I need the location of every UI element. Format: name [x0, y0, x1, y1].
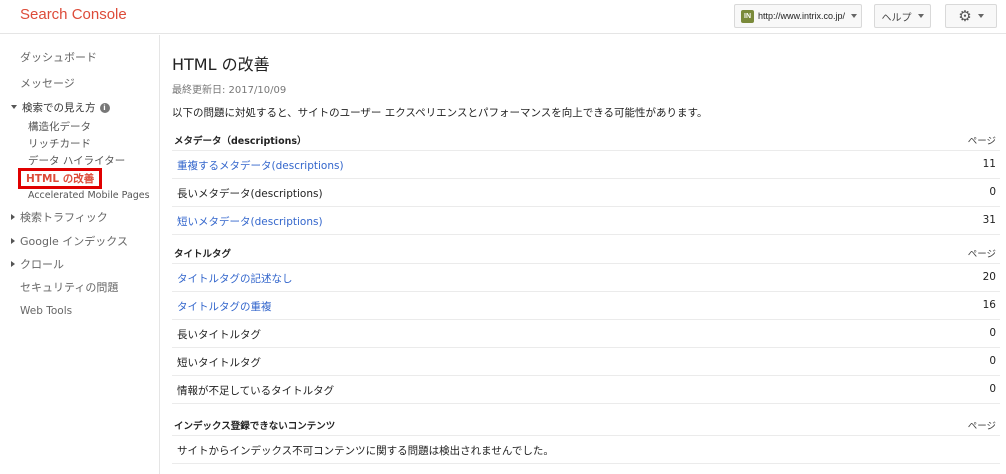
sidebar-item-label: セキュリティの問題 — [20, 281, 119, 294]
sidebar-item-label: 検索での見え方 — [22, 102, 96, 114]
help-label: ヘルプ — [881, 12, 912, 24]
sidebar-item-rich-cards[interactable]: リッチカード — [28, 136, 91, 151]
no-issues-message: サイトからインデックス不可コンテンツに関する問題は検出されませんでした。 — [177, 445, 554, 457]
site-selector[interactable]: IN http://www.intrix.co.jp/ — [734, 4, 862, 28]
section-header-non-indexable: インデックス登録できないコンテンツ ページ — [172, 416, 1000, 436]
sidebar-item-label: メッセージ — [20, 77, 75, 90]
table-row: 長いメタデータ(descriptions) 0 — [172, 179, 1000, 207]
settings-button[interactable]: ⚙ — [945, 4, 997, 28]
intro-text: 以下の問題に対処すると、サイトのユーザー エクスペリエンスとパフォーマンスを向上… — [172, 107, 708, 119]
triangle-right-icon — [11, 238, 15, 244]
issue-label: 短いタイトルタグ — [177, 357, 261, 369]
sidebar-item-label: データ ハイライター — [28, 155, 126, 167]
section-title: メタデータ（descriptions） — [174, 136, 307, 147]
page-count: 0 — [989, 383, 996, 395]
table-row[interactable]: 重複するメタデータ(descriptions) 11 — [172, 151, 1000, 179]
chevron-down-icon — [977, 14, 984, 18]
chevron-down-icon — [851, 14, 858, 18]
column-header-pages: ページ — [967, 136, 996, 147]
sidebar-item-search-traffic[interactable]: 検索トラフィック — [11, 209, 108, 225]
issue-link[interactable]: タイトルタグの重複 — [177, 299, 272, 314]
sidebar-item-web-tools[interactable]: Web Tools — [20, 305, 72, 317]
page-count: 31 — [982, 214, 996, 226]
sidebar-item-structured-data[interactable]: 構造化データ — [28, 119, 91, 134]
last-updated: 最終更新日: 2017/10/09 — [172, 85, 287, 96]
sidebar: ダッシュボード メッセージ 検索での見え方 i 構造化データ リッチカード データ… — [0, 35, 160, 474]
issue-link[interactable]: 重複するメタデータ(descriptions) — [177, 158, 344, 173]
page-count: 0 — [989, 327, 996, 339]
section-title: タイトルタグ — [174, 249, 232, 260]
column-header-pages: ページ — [967, 249, 996, 260]
gear-icon: ⚙ — [958, 6, 972, 25]
page-count: 20 — [982, 271, 996, 283]
sidebar-item-search-appearance[interactable]: 検索での見え方 i — [11, 100, 110, 115]
page-count: 0 — [989, 186, 996, 198]
table-row[interactable]: タイトルタグの記述なし 20 — [172, 264, 1000, 292]
page-count: 0 — [989, 355, 996, 367]
sidebar-item-label: ダッシュボード — [20, 51, 97, 64]
table-row: サイトからインデックス不可コンテンツに関する問題は検出されませんでした。 — [172, 436, 1000, 464]
issue-label: 長いメタデータ(descriptions) — [177, 188, 323, 200]
sidebar-item-html-improvements[interactable]: HTML の改善 — [18, 168, 103, 189]
sidebar-item-messages[interactable]: メッセージ — [20, 75, 75, 91]
sidebar-item-label: Accelerated Mobile Pages — [28, 190, 150, 201]
section-title: インデックス登録できないコンテンツ — [174, 421, 336, 432]
sidebar-item-label: 検索トラフィック — [20, 211, 108, 224]
chevron-down-icon — [917, 14, 924, 18]
column-header-pages: ページ — [967, 421, 996, 432]
sidebar-item-label: Google インデックス — [20, 235, 128, 248]
top-bar: Search Console IN http://www.intrix.co.j… — [0, 0, 1006, 34]
sidebar-item-google-index[interactable]: Google インデックス — [11, 233, 128, 249]
triangle-right-icon — [11, 214, 15, 220]
triangle-down-icon — [11, 105, 17, 109]
triangle-right-icon — [11, 261, 15, 267]
table-row: 情報が不足しているタイトルタグ 0 — [172, 376, 1000, 404]
section-header-metadata: メタデータ（descriptions） ページ — [172, 131, 1000, 151]
table-row[interactable]: タイトルタグの重複 16 — [172, 292, 1000, 320]
site-url: http://www.intrix.co.jp/ — [758, 11, 846, 21]
sidebar-item-label: 構造化データ — [28, 121, 91, 133]
sidebar-item-dashboard[interactable]: ダッシュボード — [20, 49, 97, 65]
table-row: 長いタイトルタグ 0 — [172, 320, 1000, 348]
sidebar-item-label: HTML の改善 — [26, 173, 95, 185]
page-title: HTML の改善 — [172, 55, 270, 74]
table-row: 短いタイトルタグ 0 — [172, 348, 1000, 376]
info-icon[interactable]: i — [99, 103, 110, 113]
page-count: 16 — [982, 299, 996, 311]
issue-label: 情報が不足しているタイトルタグ — [177, 385, 335, 397]
issue-link[interactable]: 短いメタデータ(descriptions) — [177, 214, 323, 229]
sidebar-item-data-highlighter[interactable]: データ ハイライター — [28, 153, 125, 168]
issue-link[interactable]: タイトルタグの記述なし — [177, 271, 293, 286]
section-header-title-tags: タイトルタグ ページ — [172, 244, 1000, 264]
issue-label: 長いタイトルタグ — [177, 329, 261, 341]
sidebar-item-crawl[interactable]: クロール — [11, 256, 64, 272]
page-count: 11 — [982, 158, 996, 170]
help-button[interactable]: ヘルプ — [874, 4, 931, 28]
site-favicon-icon: IN — [741, 9, 754, 23]
sidebar-item-amp[interactable]: Accelerated Mobile Pages — [28, 190, 150, 201]
sidebar-item-label: Web Tools — [20, 305, 73, 317]
table-row[interactable]: 短いメタデータ(descriptions) 31 — [172, 207, 1000, 235]
sidebar-item-label: クロール — [20, 258, 64, 271]
sidebar-item-security-issues[interactable]: セキュリティの問題 — [20, 279, 118, 295]
sidebar-item-label: リッチカード — [28, 138, 91, 150]
app-logo[interactable]: Search Console — [20, 6, 127, 23]
